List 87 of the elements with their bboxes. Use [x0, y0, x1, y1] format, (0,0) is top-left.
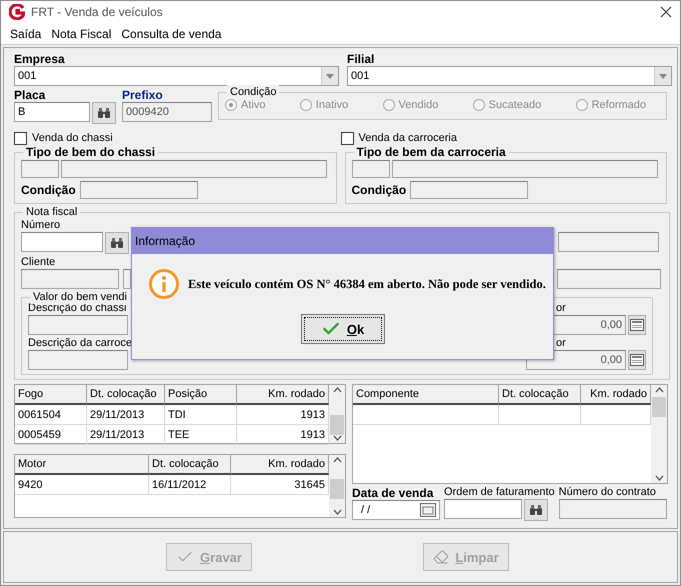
field-label: or	[555, 302, 567, 315]
scroll-down-icon[interactable]	[332, 509, 342, 515]
menu-item[interactable]: Saída	[5, 26, 46, 40]
column-header[interactable]: Km. rodado	[581, 385, 651, 405]
calendar-icon[interactable]	[420, 503, 436, 517]
group-title: Condição	[227, 85, 280, 99]
date-value: / /	[361, 504, 370, 516]
table-cell: TDI	[165, 405, 237, 425]
column-header[interactable]: Dt. colocação	[149, 455, 231, 475]
app-logo-icon	[9, 4, 25, 20]
field-label: Filial	[347, 52, 376, 66]
scrollbar-thumb[interactable]	[652, 397, 666, 417]
field-label: Placa	[14, 88, 46, 102]
calculator-icon	[630, 319, 644, 331]
dropdown-arrow-icon	[659, 74, 667, 78]
checkbox-label: Venda do chassi	[32, 132, 113, 145]
column-header[interactable]: Posição	[165, 385, 237, 405]
field-label: Número	[21, 219, 62, 232]
binoculars-icon	[97, 107, 111, 119]
field-label: Número do contrato	[558, 486, 657, 499]
search-button[interactable]	[105, 232, 129, 254]
dialog-message: Este veículo contém OS N° 46384 em aberto. Não pode ser vendido.	[188, 276, 546, 292]
scroll-up-icon[interactable]	[332, 457, 342, 463]
table-cell: 0005459	[15, 425, 87, 445]
search-button[interactable]	[92, 102, 116, 124]
table-cell: 29/11/2013	[87, 425, 165, 445]
binoculars-icon	[110, 237, 124, 249]
sale-date-field[interactable]: / /	[352, 500, 440, 520]
table-cell: 29/11/2013	[87, 405, 165, 425]
checkbox[interactable]	[340, 132, 354, 145]
prefix-field: 0009420	[122, 102, 212, 122]
scroll-down-icon[interactable]	[654, 475, 664, 481]
company-dropdown[interactable]: 001	[347, 66, 672, 86]
calculator-button[interactable]	[628, 350, 646, 370]
field-label: Ordem de faturamento	[444, 486, 555, 499]
field-label: Descrição da carroce	[28, 337, 132, 350]
info-icon	[148, 268, 180, 300]
ok-button[interactable]: Ok	[300, 314, 384, 344]
scrollbar[interactable]	[329, 385, 345, 443]
table-cell: 9420	[15, 475, 149, 495]
menu-item[interactable]: Consulta de venda	[116, 26, 226, 40]
table-cell: 0061504	[15, 405, 87, 425]
table-cell: 16/11/2012	[149, 475, 231, 495]
checkbox-label: Venda da carroceria	[358, 132, 457, 145]
column-header[interactable]: Componente	[353, 385, 499, 405]
group-title: Tipo de bem da carroceria	[354, 145, 509, 159]
column-header[interactable]: Fogo	[15, 385, 87, 405]
code-field	[21, 160, 59, 178]
column-header[interactable]: Dt. colocação	[87, 385, 165, 405]
dropdown-arrow-icon	[326, 74, 334, 78]
scrollbar-thumb[interactable]	[330, 479, 344, 499]
close-icon[interactable]	[660, 6, 672, 18]
column-header[interactable]: Km. rodado	[237, 385, 329, 405]
group-title: Tipo de bem do chassi	[23, 145, 158, 159]
field-label: Prefixo	[122, 88, 164, 102]
field-label: Condição	[352, 183, 406, 197]
scrollbar[interactable]	[651, 385, 667, 483]
billing-order-field[interactable]	[444, 499, 522, 519]
field-label: Condição	[21, 183, 76, 197]
company-dropdown[interactable]: 001	[14, 66, 339, 86]
field-label: Empresa	[14, 52, 66, 66]
group-title: Valor do bem vendi	[30, 290, 130, 304]
menu-item[interactable]: Nota Fiscal	[46, 26, 116, 40]
field-label: or	[555, 337, 567, 350]
search-button[interactable]	[524, 499, 548, 521]
table-cell: TEE	[165, 425, 237, 445]
number-field[interactable]	[21, 232, 103, 252]
binoculars-icon	[529, 504, 543, 516]
scroll-up-icon[interactable]	[654, 387, 664, 393]
scrollbar[interactable]	[329, 455, 345, 517]
calculator-button[interactable]	[628, 315, 646, 335]
column-header[interactable]: Motor	[15, 455, 149, 475]
calculator-icon	[630, 354, 644, 366]
window-title: FRT - Venda de veículos	[31, 5, 164, 19]
scrollbar-thumb[interactable]	[330, 415, 344, 435]
code-field	[352, 160, 390, 178]
field-label: Cliente	[21, 256, 56, 269]
column-header[interactable]: Km. rodado	[231, 455, 329, 475]
column-header[interactable]: Dt. colocação	[499, 385, 581, 405]
checkbox[interactable]	[14, 132, 27, 145]
scroll-up-icon[interactable]	[332, 387, 342, 393]
dialog-title: Informação	[132, 228, 553, 254]
eraser-icon	[433, 549, 450, 565]
field-label: Data de venda	[352, 486, 434, 500]
scroll-down-icon[interactable]	[332, 435, 342, 441]
plate-field[interactable]: B	[14, 102, 90, 122]
field-label: Descrição do chassi	[28, 302, 128, 315]
